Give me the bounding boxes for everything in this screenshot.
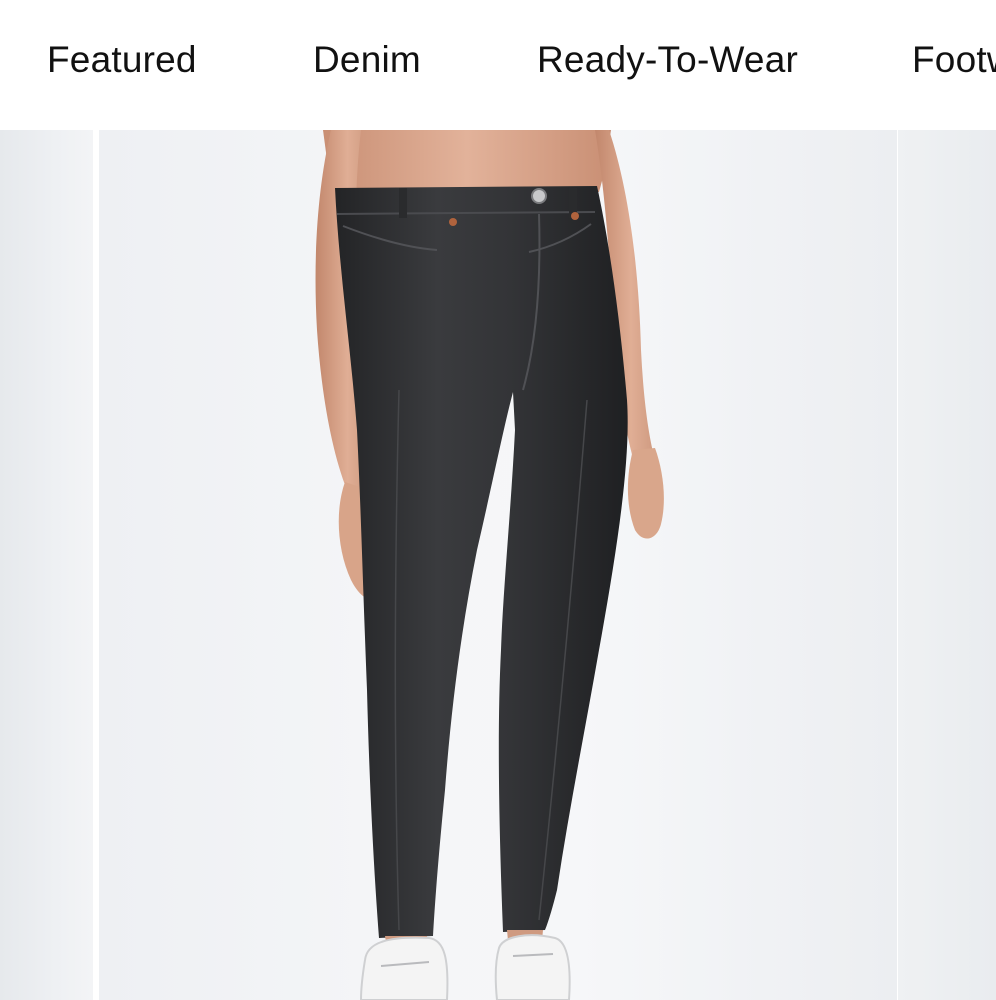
right-hand	[627, 448, 664, 539]
previous-image-peek[interactable]	[0, 130, 93, 1000]
main-product-image[interactable]	[99, 130, 897, 1000]
jeans-button	[531, 188, 547, 204]
jeans	[335, 186, 628, 938]
product-image-carousel[interactable]	[0, 130, 996, 1000]
left-sneaker	[359, 936, 449, 1000]
tab-denim[interactable]: Denim	[313, 38, 421, 82]
jeans-model-illustration	[315, 130, 664, 1000]
tab-footwear[interactable]: Footw	[912, 38, 996, 82]
right-sneaker	[494, 934, 571, 1000]
category-tab-bar: Featured Denim Ready-To-Wear Footw	[0, 0, 996, 130]
tab-featured[interactable]: Featured	[47, 38, 197, 82]
tab-ready-to-wear[interactable]: Ready-To-Wear	[537, 38, 798, 82]
torso-skin	[323, 130, 611, 192]
next-image-peek[interactable]	[898, 130, 996, 1000]
